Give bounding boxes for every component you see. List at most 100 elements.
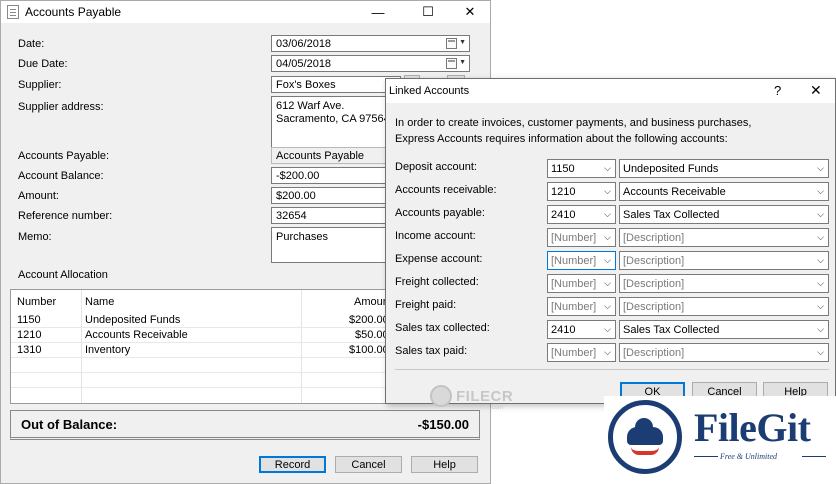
cell-number: 1150 (17, 314, 41, 326)
chevron-down-icon[interactable]: ⌵ (817, 209, 824, 220)
account-description-dropdown[interactable]: [Description] ⌵ (619, 228, 829, 247)
account-description-dropdown[interactable]: [Description] ⌵ (619, 297, 829, 316)
account-number-value: [Number] (551, 255, 597, 267)
dialog-title-bar: Linked Accounts ? ✕ (386, 79, 835, 103)
account-description-dropdown[interactable]: [Description] ⌵ (619, 251, 829, 270)
filegit-watermark: FileGit Free & Unlimited (604, 396, 836, 484)
due-date-field[interactable]: 04/05/2018 ▼ (271, 55, 470, 72)
divider (395, 369, 829, 370)
chevron-down-icon[interactable]: ⌵ (604, 209, 611, 220)
account-row-label: Sales tax paid: (395, 345, 468, 357)
minimize-button[interactable]: — (359, 1, 397, 23)
out-of-balance-bar: Out of Balance: -$150.00 (10, 410, 480, 440)
allocation-table[interactable]: Number Name Amount 1150 Undeposited Fund… (10, 289, 392, 404)
account-description-dropdown[interactable]: Sales Tax Collected ⌵ (619, 205, 829, 224)
cell-name: Accounts Receivable (85, 329, 188, 341)
filegit-name: FileGit (694, 405, 811, 450)
chevron-down-icon[interactable]: ⌵ (817, 232, 824, 243)
account-number-value: [Number] (551, 301, 597, 313)
account-row-label: Accounts payable: (395, 207, 485, 219)
account-description-value: Accounts Receivable (623, 186, 726, 198)
account-row-label: Freight collected: (395, 276, 479, 288)
out-of-balance-label: Out of Balance: (21, 417, 118, 432)
chevron-down-icon[interactable]: ⌵ (604, 163, 611, 174)
account-number-dropdown[interactable]: 1210 ⌵ (547, 182, 616, 201)
supplier-field[interactable]: Fox's Boxes (271, 76, 401, 93)
chevron-down-icon[interactable]: ▼ (459, 59, 466, 66)
account-description-value: Sales Tax Collected (623, 324, 720, 336)
column-header-name[interactable]: Name (85, 296, 114, 308)
account-description-dropdown[interactable]: [Description] ⌵ (619, 274, 829, 293)
account-number-dropdown[interactable]: 2410 ⌵ (547, 320, 616, 339)
help-icon[interactable]: ? (774, 83, 781, 98)
chevron-down-icon[interactable]: ⌵ (604, 324, 611, 335)
memo-field[interactable]: Purchases (271, 227, 389, 263)
linked-accounts-dialog: Linked Accounts ? ✕ In order to create i… (385, 78, 836, 404)
chevron-down-icon[interactable]: ▼ (459, 39, 466, 46)
supplier-address-field[interactable]: 612 Warf Ave. Sacramento, CA 97564 (271, 96, 401, 148)
amount-label: Amount: (18, 190, 59, 202)
account-description-value: Sales Tax Collected (623, 209, 720, 221)
chevron-down-icon[interactable]: ⌵ (604, 232, 611, 243)
account-description-dropdown[interactable]: Undeposited Funds ⌵ (619, 159, 829, 178)
record-button[interactable]: Record (259, 456, 326, 473)
account-number-value: [Number] (551, 347, 597, 359)
dialog-title: Linked Accounts (389, 85, 470, 97)
account-row-label: Income account: (395, 230, 476, 242)
account-description-dropdown[interactable]: Accounts Receivable ⌵ (619, 182, 829, 201)
account-number-dropdown[interactable]: [Number] ⌵ (547, 228, 616, 247)
cell-amount: $200.00 (349, 314, 389, 326)
calendar-icon[interactable] (446, 38, 457, 49)
account-number-dropdown[interactable]: [Number] ⌵ (547, 343, 616, 362)
account-row-label: Accounts receivable: (395, 184, 497, 196)
chevron-down-icon[interactable]: ⌵ (817, 301, 824, 312)
column-header-number[interactable]: Number (17, 296, 56, 308)
maximize-button[interactable]: ☐ (409, 1, 447, 23)
chevron-down-icon[interactable]: ⌵ (604, 278, 611, 289)
account-number-dropdown[interactable]: 2410 ⌵ (547, 205, 616, 224)
account-balance-label: Account Balance: (18, 170, 104, 182)
account-description-value: [Description] (623, 255, 685, 267)
supplier-address-label: Supplier address: (18, 101, 104, 113)
window-title: Accounts Payable (25, 5, 122, 19)
date-field[interactable]: 03/06/2018 ▼ (271, 35, 470, 52)
chevron-down-icon[interactable]: ⌵ (817, 347, 824, 358)
table-row[interactable] (11, 358, 386, 373)
chevron-down-icon[interactable]: ⌵ (604, 255, 611, 266)
memo-label: Memo: (18, 231, 52, 243)
chevron-down-icon[interactable]: ⌵ (817, 163, 824, 174)
calendar-icon[interactable] (446, 58, 457, 69)
table-row[interactable] (11, 373, 386, 388)
account-number-dropdown[interactable]: [Number] ⌵ (547, 297, 616, 316)
chevron-down-icon[interactable]: ⌵ (817, 255, 824, 266)
chevron-down-icon[interactable]: ⌵ (817, 186, 824, 197)
help-button[interactable]: Help (411, 456, 478, 473)
chevron-down-icon[interactable]: ⌵ (604, 186, 611, 197)
account-number-value: [Number] (551, 278, 597, 290)
close-icon[interactable]: ✕ (810, 82, 822, 99)
chevron-down-icon[interactable]: ⌵ (817, 278, 824, 289)
table-row[interactable]: 1210 Accounts Receivable $50.00 (11, 328, 389, 343)
account-description-value: [Description] (623, 347, 685, 359)
table-row[interactable]: 1310 Inventory $100.00 (11, 343, 389, 358)
account-number-dropdown[interactable]: [Number] ⌵ (547, 274, 616, 293)
account-description-dropdown[interactable]: Sales Tax Collected ⌵ (619, 320, 829, 339)
supplier-value: Fox's Boxes (276, 79, 336, 91)
account-description-dropdown[interactable]: [Description] ⌵ (619, 343, 829, 362)
filecr-text: FILECR (456, 387, 514, 405)
chevron-down-icon[interactable]: ⌵ (604, 347, 611, 358)
account-number-dropdown[interactable]: 1150 ⌵ (547, 159, 616, 178)
close-button[interactable]: ✕ (451, 1, 489, 23)
cancel-button[interactable]: Cancel (335, 456, 402, 473)
amount-field[interactable]: $200.00 (271, 187, 389, 204)
account-description-value: [Description] (623, 301, 685, 313)
reference-number-field[interactable]: 32654 (271, 207, 389, 224)
cell-number: 1210 (17, 329, 42, 341)
account-row-label: Freight paid: (395, 299, 457, 311)
chevron-down-icon[interactable]: ⌵ (604, 301, 611, 312)
due-date-label: Due Date: (18, 58, 68, 70)
table-row[interactable]: 1150 Undeposited Funds $200.00 (11, 313, 389, 328)
filegit-tagline: Free & Unlimited (720, 452, 778, 461)
account-number-dropdown[interactable]: [Number] ⌵ (547, 251, 616, 270)
chevron-down-icon[interactable]: ⌵ (817, 324, 824, 335)
